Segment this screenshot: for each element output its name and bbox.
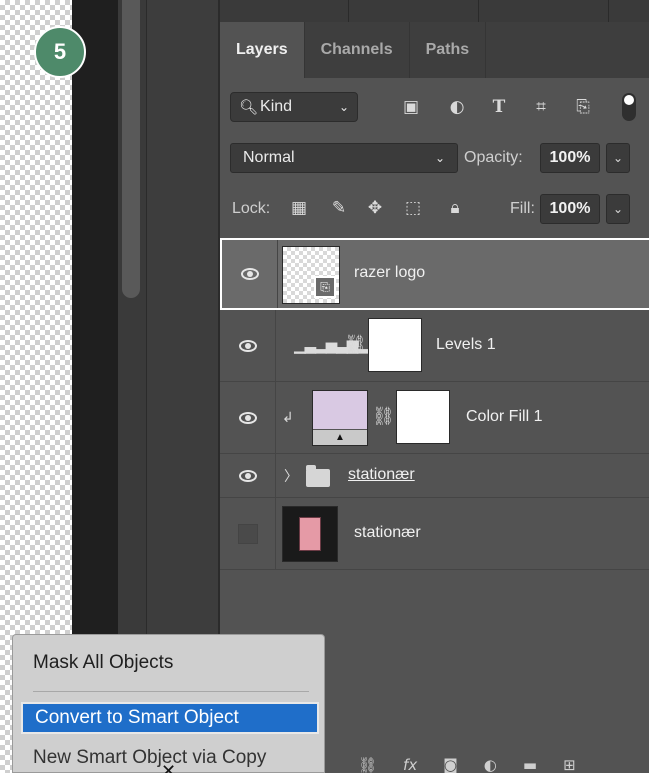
opacity-label: Opacity: (464, 149, 523, 166)
shape-filter-icon[interactable]: ⌗ (526, 92, 556, 122)
tab-layers[interactable]: Layers (220, 22, 305, 78)
eye-icon (238, 411, 257, 424)
lock-row: Lock: ▦ ✎ ✥ ⬚ 🔒︎ Fill: 100% ⌄ (220, 186, 649, 230)
opacity-slider-button[interactable]: ⌄ (606, 143, 630, 173)
filter-kind-dropdown[interactable]: 🔍︎ Kind ⌄ (230, 92, 358, 122)
eye-icon (240, 268, 259, 280)
blend-row: Normal ⌄ Opacity: 100% ⌄ (220, 138, 649, 178)
step-number-badge: 5 (34, 26, 86, 78)
lock-label: Lock: (232, 200, 271, 217)
fill-slider-button[interactable]: ⌄ (606, 194, 630, 224)
color-fill-swatch-icon: ▲ (313, 429, 367, 445)
fill-label: Fill: (510, 200, 535, 217)
search-icon: 🔍︎ (239, 98, 259, 116)
eye-icon (238, 469, 257, 482)
layer-visibility-toggle[interactable] (220, 498, 276, 569)
eye-icon (238, 339, 257, 352)
pc-case-image-icon (299, 517, 321, 551)
menu-separator (33, 691, 309, 692)
layer-visibility-toggle[interactable] (220, 310, 276, 381)
close-icon[interactable]: ✕ (161, 761, 176, 773)
tab-paths[interactable]: Paths (410, 22, 487, 78)
filter-row: 🔍︎ Kind ⌄ ▣ ◐ T ⌗ ⎘ (220, 78, 649, 134)
lock-image-pixels-icon[interactable]: ✎ (326, 194, 352, 222)
layer-row-group-stationaer[interactable]: 〉 stationær (220, 454, 649, 498)
layer-name[interactable]: Color Fill 1 (466, 408, 542, 426)
layer-row-color-fill-1[interactable]: ↲ ▲ ⛓ Color Fill 1 (220, 382, 649, 454)
context-menu: Mask All Objects Convert to Smart Object… (12, 634, 325, 773)
new-group-icon[interactable]: ▬ (523, 756, 537, 773)
panel-top-strip (220, 0, 649, 22)
layer-name[interactable]: Levels 1 (436, 336, 496, 354)
blend-mode-dropdown[interactable]: Normal ⌄ (230, 143, 458, 173)
layer-visibility-toggle[interactable] (220, 454, 276, 497)
layer-row-levels-1[interactable]: ▁▃▂▅▃▆▂ ⛓ Levels 1 (220, 310, 649, 382)
lock-transparent-pixels-icon[interactable]: ▦ (286, 194, 312, 222)
folder-icon (306, 465, 330, 487)
new-layer-icon[interactable]: ⊞ (563, 756, 576, 773)
visibility-box-icon (237, 523, 258, 544)
link-chain-icon[interactable]: ⛓ (344, 334, 367, 355)
layer-mask-thumbnail[interactable] (396, 390, 450, 444)
lock-position-icon[interactable]: ✥ (362, 194, 388, 222)
lock-artboard-icon[interactable]: ⬚ (400, 194, 426, 222)
layer-row-stationaer[interactable]: stationær (220, 498, 649, 570)
layer-thumbnail (282, 506, 338, 562)
layers-bottom-bar: ⛓ fx ◙ ◐ ▬ ⊞ (328, 756, 649, 773)
layer-visibility-toggle[interactable] (220, 382, 276, 453)
chevron-right-icon[interactable]: 〉 (284, 466, 298, 486)
chevron-down-icon: ⌄ (338, 100, 349, 114)
menu-item-convert-to-smart-object[interactable]: Convert to Smart Object (21, 702, 319, 734)
adjustment-filter-icon[interactable]: ◐ (442, 92, 472, 122)
layer-name[interactable]: stationær (348, 466, 415, 484)
opacity-field[interactable]: 100% (540, 143, 600, 173)
layer-mask-thumbnail[interactable] (368, 318, 422, 372)
layer-name[interactable]: stationær (354, 524, 421, 542)
chevron-down-icon: ⌄ (434, 151, 445, 165)
link-chain-icon[interactable]: ⛓ (372, 406, 395, 427)
filter-kind-label: Kind (260, 98, 293, 115)
panel-tabs: Layers Channels Paths (220, 22, 649, 78)
layer-visibility-toggle[interactable] (222, 240, 278, 308)
blend-mode-value: Normal (243, 149, 295, 166)
add-mask-icon[interactable]: ◙ (443, 756, 458, 773)
filter-toggle-icon[interactable] (614, 92, 644, 122)
lock-all-icon[interactable]: 🔒︎ (442, 194, 468, 222)
smart-object-filter-icon[interactable]: ⎘ (568, 92, 598, 122)
layer-row-razer-logo[interactable]: ⎘ razer logo (220, 238, 649, 310)
clipping-arrow-icon: ↲ (282, 410, 294, 426)
link-layers-icon[interactable]: ⛓ (358, 756, 377, 773)
fill-field[interactable]: 100% (540, 194, 600, 224)
fx-icon[interactable]: fx (403, 756, 417, 773)
menu-item-mask-all-objects[interactable]: Mask All Objects (21, 647, 319, 679)
type-filter-icon[interactable]: T (484, 92, 514, 122)
canvas-scrollbar-thumb[interactable] (122, 0, 140, 298)
new-adjustment-icon[interactable]: ◐ (484, 756, 497, 773)
color-fill-thumbnail[interactable]: ▲ (312, 390, 368, 446)
image-filter-icon[interactable]: ▣ (396, 92, 426, 122)
tab-channels[interactable]: Channels (305, 22, 410, 78)
layer-name[interactable]: razer logo (354, 264, 425, 282)
smart-object-badge-icon: ⎘ (314, 276, 336, 298)
